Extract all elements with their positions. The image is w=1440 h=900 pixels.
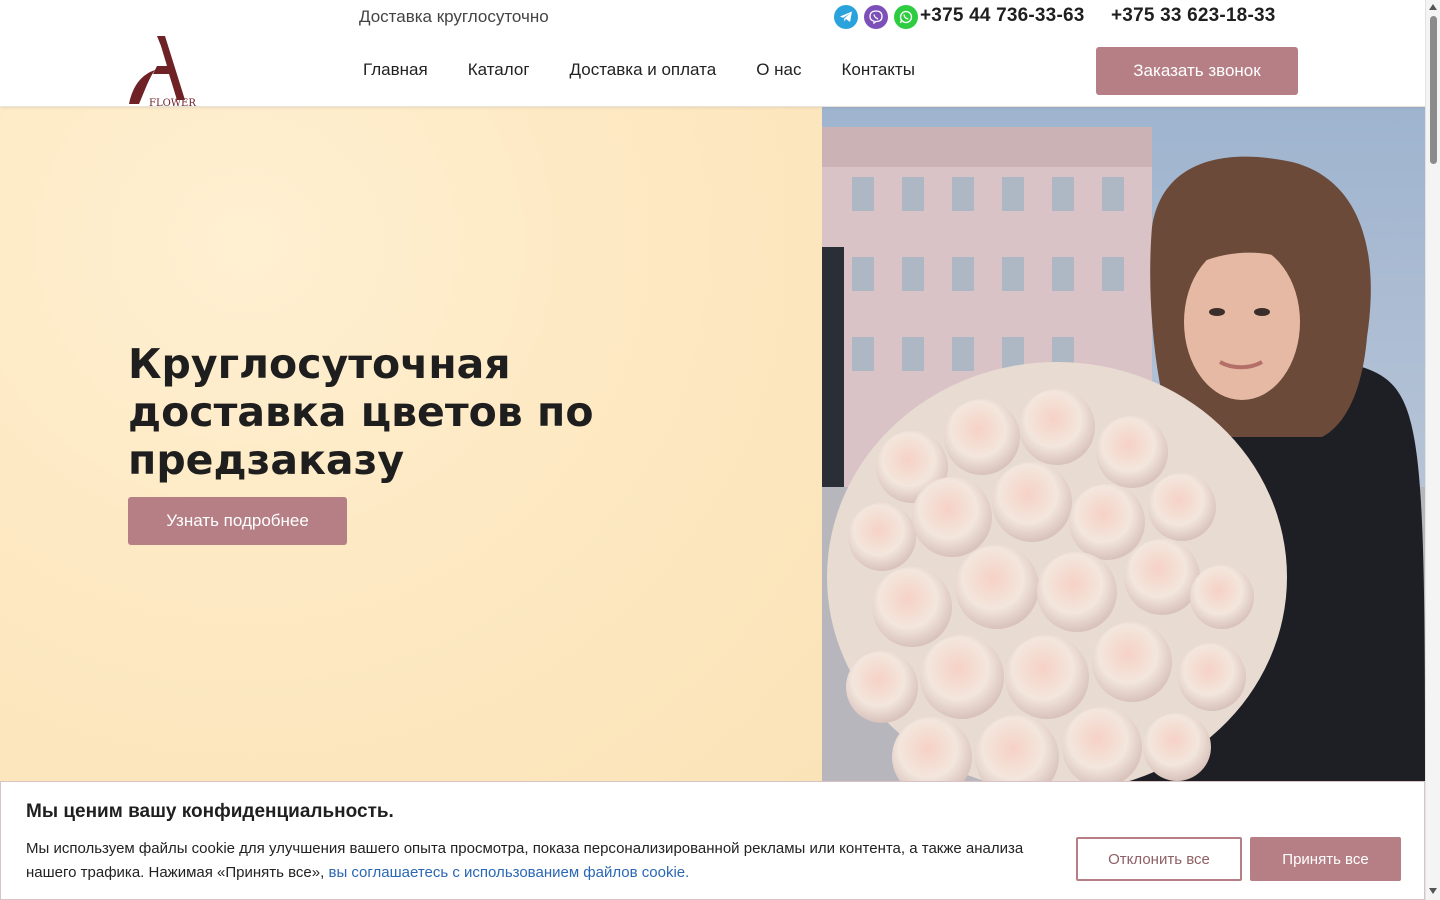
nav-item-about[interactable]: О нас — [756, 60, 801, 80]
nav-item-contacts[interactable]: Контакты — [842, 60, 915, 80]
phone-number-2[interactable]: +375 33 623-18-33 — [1111, 5, 1276, 27]
nav-item-home[interactable]: Главная — [363, 60, 428, 80]
accept-all-button[interactable]: Принять все — [1250, 837, 1401, 881]
page-scrollbar[interactable] — [1425, 0, 1440, 900]
order-callback-button[interactable]: Заказать звонок — [1096, 47, 1298, 95]
logo-text: FLOWER — [149, 98, 196, 108]
cookie-banner: Мы ценим вашу конфиденциальность. Мы исп… — [0, 781, 1425, 900]
telegram-icon[interactable] — [834, 5, 858, 29]
nav-item-delivery[interactable]: Доставка и оплата — [570, 60, 717, 80]
messenger-links — [834, 5, 918, 29]
logo[interactable]: FLOWER — [127, 34, 197, 109]
hero-background: Круглосуточная доставка цветов по предза… — [0, 107, 822, 787]
viber-icon[interactable] — [864, 5, 888, 29]
nav-item-catalog[interactable]: Каталог — [468, 60, 530, 80]
scroll-down-icon[interactable] — [1429, 888, 1437, 894]
hero-section: Круглосуточная доставка цветов по предза… — [0, 107, 1425, 787]
whatsapp-icon[interactable] — [894, 5, 918, 29]
learn-more-button[interactable]: Узнать подробнее — [128, 497, 347, 545]
cookie-title: Мы ценим вашу конфиденциальность. — [26, 801, 394, 822]
delivery-tagline: Доставка круглосуточно — [359, 7, 549, 26]
phone-number-1[interactable]: +375 44 736-33-63 — [920, 5, 1085, 27]
cookie-text: Мы используем файлы cookie для улучшения… — [26, 837, 1036, 885]
cookie-policy-link[interactable]: вы соглашаетесь с использованием файлов … — [328, 864, 689, 881]
scroll-up-icon[interactable] — [1429, 4, 1437, 10]
main-nav: Главная Каталог Доставка и оплата О нас … — [363, 60, 915, 80]
site-header: FLOWER Доставка круглосуточно +375 44 73… — [0, 0, 1425, 109]
hero-title: Круглосуточная доставка цветов по предза… — [128, 340, 594, 484]
hero-photo — [822, 107, 1425, 787]
scroll-thumb[interactable] — [1430, 16, 1437, 164]
decline-all-button[interactable]: Отклонить все — [1076, 837, 1242, 881]
